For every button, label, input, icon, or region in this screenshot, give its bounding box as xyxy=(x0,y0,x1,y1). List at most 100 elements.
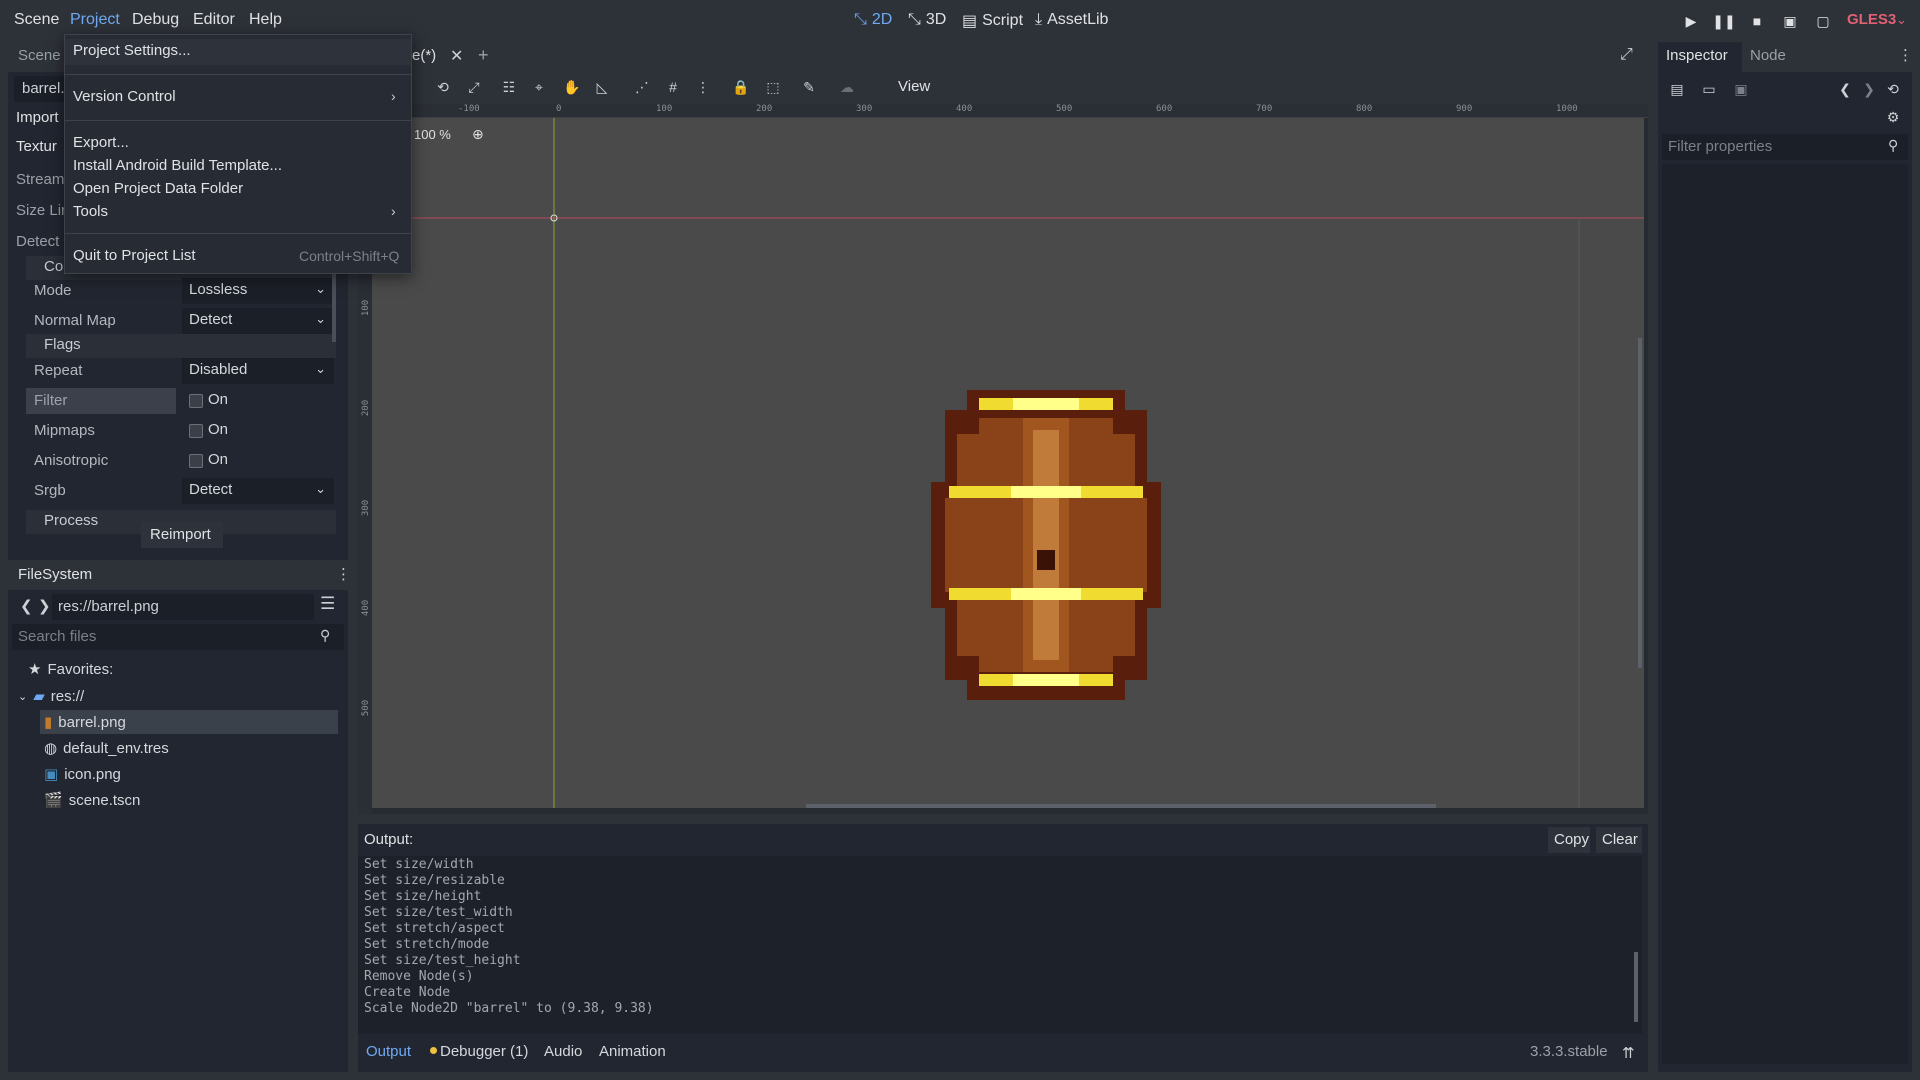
pause-icon[interactable]: ❚❚ xyxy=(1712,12,1735,30)
forward-arrow-icon[interactable]: ❯ xyxy=(38,597,51,615)
chevron-down-icon: ⌄ xyxy=(315,311,326,326)
smart-snap-icon[interactable]: ⋰ xyxy=(633,78,651,96)
barrel-sprite[interactable] xyxy=(931,390,1161,700)
pan-icon[interactable]: ✋ xyxy=(563,78,581,96)
output-scrollbar[interactable] xyxy=(1634,952,1638,1022)
2d-canvas[interactable]: 100 % ⊕ xyxy=(372,118,1644,808)
menu-separator xyxy=(65,120,411,121)
horizontal-scrollbar[interactable] xyxy=(806,804,1436,808)
tab-scene[interactable]: Scene xyxy=(18,47,61,64)
tab-animation[interactable]: Animation xyxy=(599,1043,666,1060)
rotate-icon[interactable]: ⟲ xyxy=(434,78,452,96)
res-root-item[interactable]: ⌄ ▰ res:// xyxy=(18,687,84,706)
reimport-button[interactable]: Reimport xyxy=(141,522,223,548)
anisotropic-checkbox[interactable] xyxy=(189,454,203,468)
grid-snap-icon[interactable]: # xyxy=(664,78,682,96)
menu-debug[interactable]: Debug xyxy=(132,11,179,29)
mode-assetlib-label: AssetLib xyxy=(1047,11,1109,28)
mode-3d-button[interactable]: ⤡ 3D xyxy=(908,11,946,29)
collapse-panel-icon[interactable]: ⇈ xyxy=(1622,1044,1635,1062)
view-menu[interactable]: View xyxy=(898,78,930,95)
list-select-icon[interactable]: ☷ xyxy=(500,78,518,96)
file-default-env-label: default_env.tres xyxy=(63,739,169,757)
filesystem-path-input[interactable]: res://barrel.png xyxy=(52,594,314,620)
play-icon[interactable]: ▶ xyxy=(1682,12,1700,30)
open-folder-icon[interactable]: ▭ xyxy=(1700,80,1718,98)
log-line: Remove Node(s) xyxy=(364,969,474,984)
tab-debugger[interactable]: Debugger (1) xyxy=(440,1043,528,1060)
bone-icon[interactable]: ✎ xyxy=(800,78,818,96)
vertical-scrollbar[interactable] xyxy=(1638,338,1642,668)
add-tab-icon[interactable]: + xyxy=(478,45,489,66)
more-icon[interactable]: ⋮ xyxy=(1898,46,1913,64)
menu-item-export[interactable]: Export... xyxy=(73,134,129,151)
file-default-env[interactable]: ◍ default_env.tres xyxy=(44,739,169,758)
menu-item-version-control[interactable]: Version Control xyxy=(73,88,176,105)
pivot-icon[interactable]: ⌖ xyxy=(530,78,548,96)
ruler-tick-label: 600 xyxy=(1156,104,1173,114)
camera-override-icon[interactable]: ☁ xyxy=(838,78,856,96)
clear-button[interactable]: Clear xyxy=(1596,827,1642,853)
play-scene-icon[interactable]: ▣ xyxy=(1781,12,1799,30)
save-icon[interactable]: ▣ xyxy=(1732,80,1750,98)
mode-2d-button[interactable]: ⤡ 2D xyxy=(854,11,892,29)
forward-arrow-icon[interactable]: ❯ xyxy=(1860,80,1878,98)
filter-checkbox[interactable] xyxy=(189,394,203,408)
file-scene[interactable]: 🎬 scene.tscn xyxy=(44,791,140,810)
file-icon-png[interactable]: ▣ icon.png xyxy=(44,765,121,784)
close-icon[interactable]: ✕ xyxy=(450,46,463,66)
log-line: Set size/test_width xyxy=(364,905,513,920)
new-resource-icon[interactable]: ▤ xyxy=(1668,80,1686,98)
object-properties-icon[interactable]: ⚙ xyxy=(1884,108,1902,126)
back-arrow-icon[interactable]: ❮ xyxy=(1836,80,1854,98)
distraction-free-icon[interactable]: ⤢ xyxy=(1620,46,1633,64)
menu-item-tools[interactable]: Tools xyxy=(73,203,108,220)
menu-item-project-settings[interactable]: Project Settings... xyxy=(73,42,191,59)
menu-item-open-data-folder[interactable]: Open Project Data Folder xyxy=(73,180,243,197)
log-line: Set size/height xyxy=(364,889,482,904)
list-view-icon[interactable]: ☰ xyxy=(320,594,335,614)
mode-select[interactable]: Lossless ⌄ xyxy=(182,278,334,304)
more-icon[interactable]: ⋮ xyxy=(694,78,712,96)
copy-button[interactable]: Copy xyxy=(1548,827,1590,853)
back-arrow-icon[interactable]: ❮ xyxy=(20,597,33,615)
scale-icon[interactable]: ⤢ xyxy=(465,78,483,96)
tab-node[interactable]: Node xyxy=(1750,47,1786,64)
script-icon: ▤ xyxy=(962,13,978,30)
ruler-icon[interactable]: ◺ xyxy=(593,78,611,96)
flags-section[interactable]: Flags xyxy=(26,334,336,358)
more-icon[interactable]: ⋮ xyxy=(336,565,351,583)
menu-editor[interactable]: Editor xyxy=(193,11,235,29)
output-log[interactable]: Set size/width Set size/resizable Set si… xyxy=(358,856,1642,1034)
favorites-item[interactable]: ★ Favorites: xyxy=(28,660,113,679)
zoom-level[interactable]: 100 % xyxy=(414,127,451,142)
chevron-down-icon: ⌄ xyxy=(1896,12,1907,27)
scene-tab[interactable]: e(*) xyxy=(412,47,436,64)
mode-assetlib-button[interactable]: ⤓ AssetLib xyxy=(1035,11,1108,29)
group-icon[interactable]: ⬚ xyxy=(764,78,782,96)
tab-output[interactable]: Output xyxy=(366,1043,411,1060)
file-barrel[interactable]: ▮ barrel.png xyxy=(44,713,126,732)
filter-properties-input[interactable]: Filter properties xyxy=(1662,134,1908,160)
mode-script-button[interactable]: ▤ Script xyxy=(962,11,1023,31)
tab-audio[interactable]: Audio xyxy=(544,1043,582,1060)
search-icon: ⚲ xyxy=(1888,137,1899,153)
tab-inspector[interactable]: Inspector xyxy=(1666,47,1728,64)
menu-item-install-android-template[interactable]: Install Android Build Template... xyxy=(73,157,282,174)
zoom-in-icon[interactable]: ⊕ xyxy=(472,126,484,143)
stop-icon[interactable]: ■ xyxy=(1748,12,1766,30)
menu-help[interactable]: Help xyxy=(249,11,282,29)
filesystem-search-input[interactable]: Search files xyxy=(12,624,344,650)
srgb-select[interactable]: Detect ⌄ xyxy=(182,478,334,504)
menu-scene[interactable]: Scene xyxy=(14,11,59,29)
menu-project[interactable]: Project xyxy=(70,11,120,29)
normal-map-select[interactable]: Detect ⌄ xyxy=(182,308,334,334)
lock-icon[interactable]: 🔒 xyxy=(732,78,750,96)
repeat-select[interactable]: Disabled ⌄ xyxy=(182,358,334,384)
history-icon[interactable]: ⟲ xyxy=(1884,80,1902,98)
mipmaps-checkbox[interactable] xyxy=(189,424,203,438)
play-custom-scene-icon[interactable]: ▢ xyxy=(1814,12,1832,30)
renderer-select[interactable]: GLES3 xyxy=(1847,11,1896,28)
menu-item-quit-to-project-list[interactable]: Quit to Project List xyxy=(73,247,196,264)
log-line: Create Node xyxy=(364,985,451,1000)
